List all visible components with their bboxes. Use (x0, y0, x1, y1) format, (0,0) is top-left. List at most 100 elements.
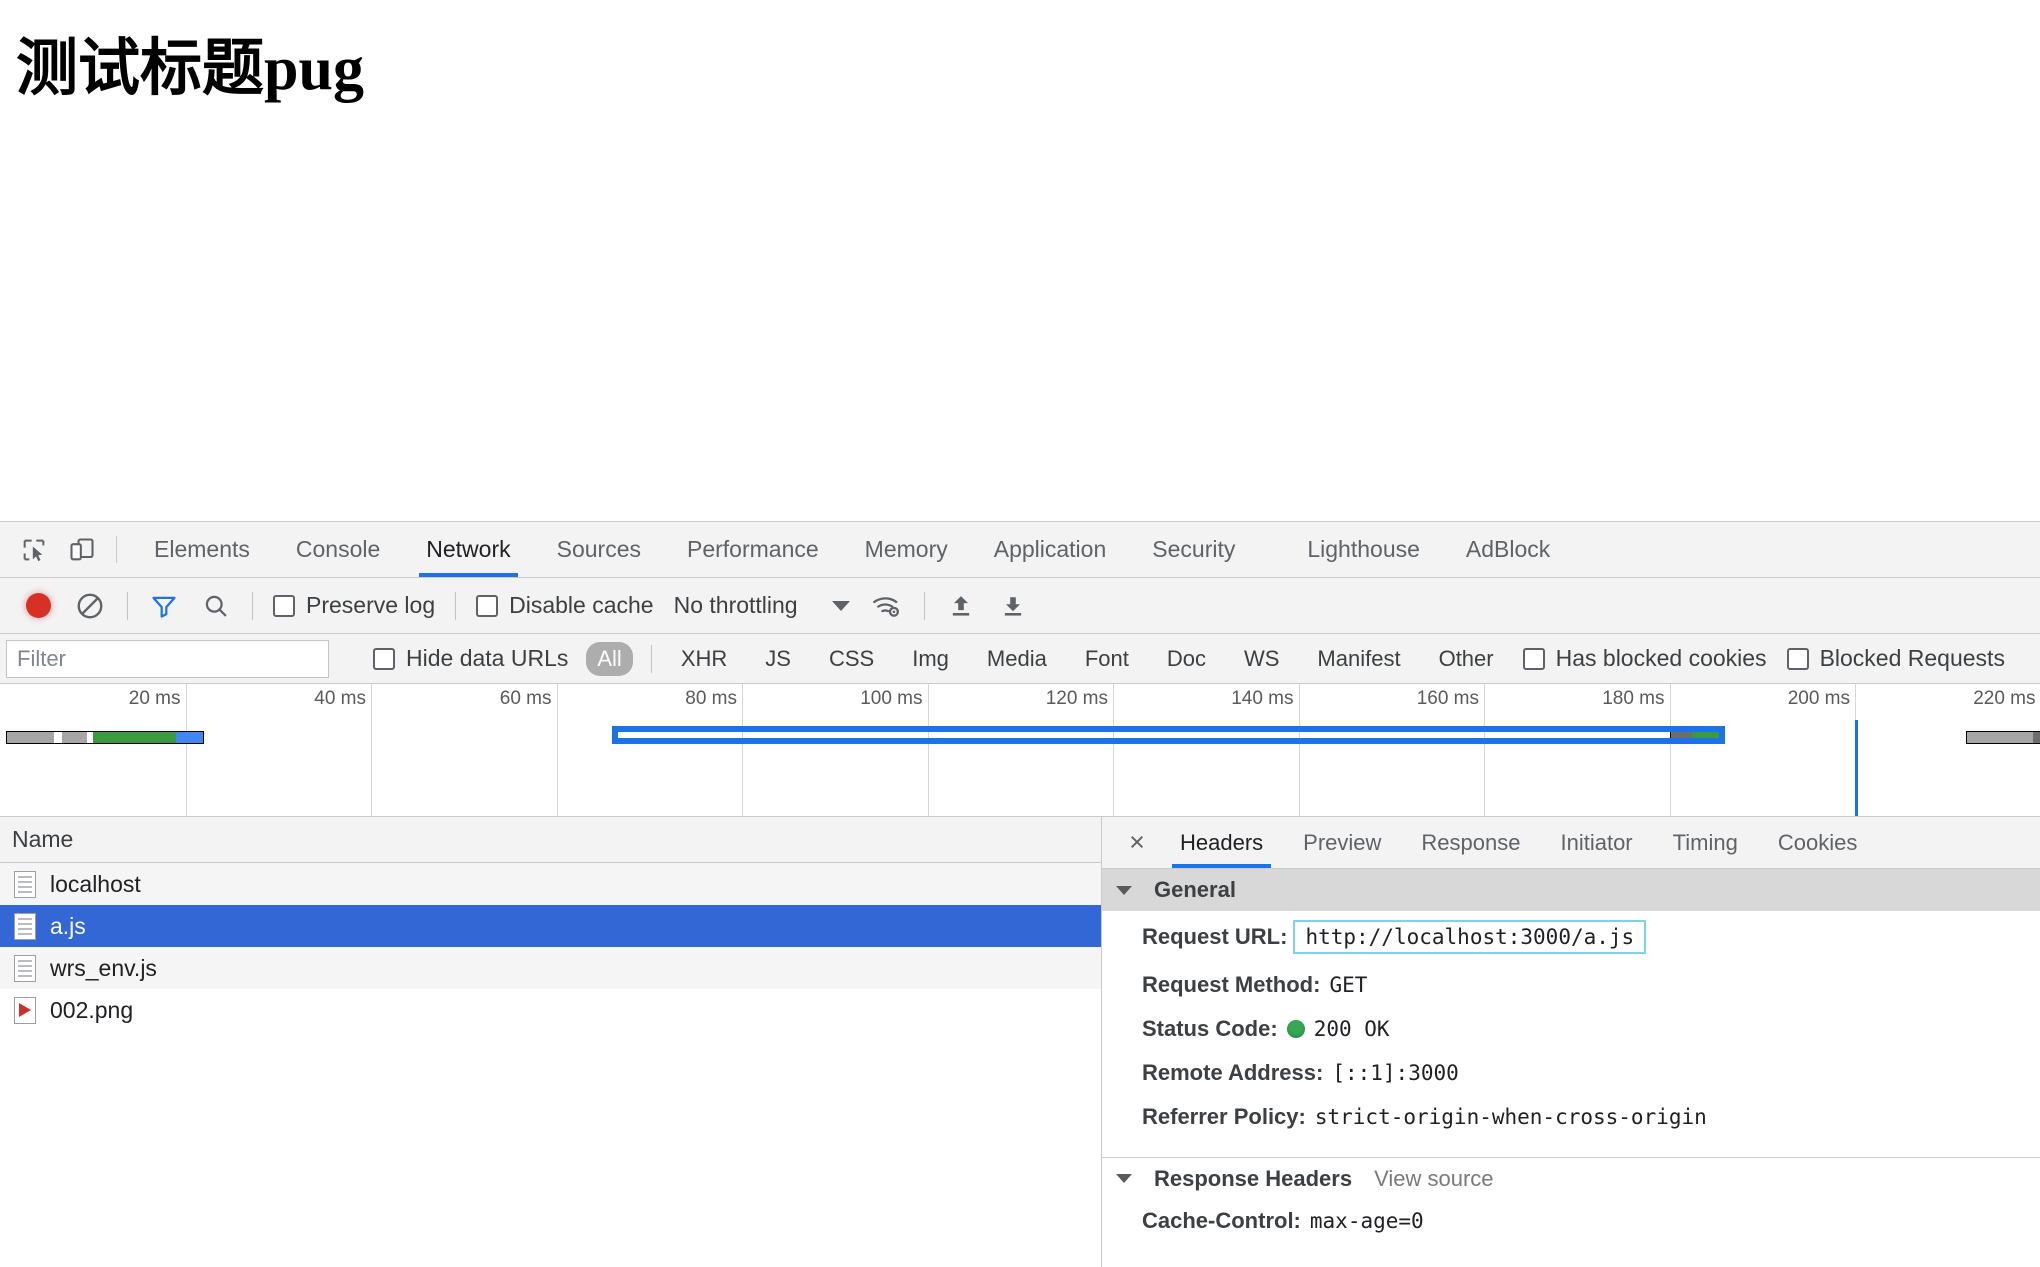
filter-type-js[interactable]: JS (754, 642, 802, 676)
detail-tab-timing[interactable]: Timing (1653, 817, 1758, 868)
hide-data-urls-checkbox[interactable]: Hide data URLs (363, 645, 578, 672)
has-blocked-cookies-checkbox[interactable]: Has blocked cookies (1513, 645, 1777, 672)
network-filter-bar: Hide data URLs All XHR JS CSS Img Media … (0, 634, 2040, 684)
filter-input[interactable] (6, 639, 329, 678)
hide-data-urls-label: Hide data URLs (406, 645, 569, 671)
filter-type-font[interactable]: Font (1074, 642, 1140, 676)
export-har-button[interactable] (987, 578, 1039, 634)
tab-adblock[interactable]: AdBlock (1443, 522, 1573, 577)
request-name: 002.png (50, 996, 134, 1023)
clear-button[interactable] (63, 578, 117, 634)
checkbox-box (373, 647, 395, 670)
detail-tab-strip: × Headers Preview Response Initiator Tim… (1102, 817, 2040, 869)
document-icon (14, 912, 36, 940)
tab-label: Performance (687, 536, 819, 562)
filter-type-manifest[interactable]: Manifest (1306, 642, 1411, 676)
filter-type-media[interactable]: Media (976, 642, 1058, 676)
request-list-header[interactable]: Name (0, 817, 1101, 863)
toolbar-divider (116, 536, 117, 563)
detail-tab-label: Preview (1303, 829, 1382, 855)
timeline-tick-label: 80 ms (685, 688, 737, 709)
throttling-select[interactable]: No throttling (664, 592, 860, 619)
tab-network[interactable]: Network (403, 522, 533, 577)
remote-address-row: Remote Address: [::1]:3000 (1102, 1051, 2040, 1095)
tab-security[interactable]: Security (1129, 522, 1258, 577)
image-icon (14, 996, 36, 1024)
checkbox-box (1786, 647, 1809, 670)
request-row-002-png[interactable]: 002.png (0, 989, 1101, 1031)
detail-tab-response[interactable]: Response (1401, 817, 1540, 868)
timeline-tick: 100 ms (860, 684, 929, 816)
page-title: 测试标题pug (16, 35, 364, 103)
tab-label: Network (426, 536, 511, 562)
remote-address-label: Remote Address: (1142, 1060, 1324, 1085)
response-headers-section-header[interactable]: Response Headers View source (1102, 1157, 2040, 1199)
filter-type-all[interactable]: All (586, 641, 633, 676)
request-url-value[interactable]: http://localhost:3000/a.js (1293, 920, 1647, 954)
tab-performance[interactable]: Performance (664, 522, 842, 577)
general-section-header[interactable]: General (1102, 869, 2040, 911)
timeline-tick-label: 20 ms (128, 688, 181, 709)
devtools-tabs: Elements Console Network Sources Perform… (131, 522, 1573, 577)
import-har-button[interactable] (935, 578, 987, 634)
tab-elements[interactable]: Elements (131, 522, 273, 577)
filter-type-css[interactable]: CSS (818, 642, 885, 676)
record-button[interactable] (14, 578, 63, 634)
detail-tab-cookies[interactable]: Cookies (1758, 817, 1877, 868)
timeline-tick-label: 180 ms (1602, 688, 1665, 709)
detail-tab-headers[interactable]: Headers (1160, 817, 1283, 868)
detail-tab-preview[interactable]: Preview (1283, 817, 1401, 868)
status-code-row: Status Code: 200 OK (1102, 1007, 2040, 1051)
tab-label: Console (295, 536, 381, 562)
blocked-requests-checkbox[interactable]: Blocked Requests (1777, 645, 2015, 672)
filter-toggle-button[interactable] (138, 578, 190, 634)
tab-application[interactable]: Application (971, 522, 1130, 577)
timeline-tick-label: 220 ms (1973, 688, 2036, 709)
timeline-tick-label: 200 ms (1787, 688, 1850, 709)
timeline-bar-segment (1967, 732, 2033, 743)
timeline-tick: 20 ms (129, 684, 187, 816)
request-detail-pane: × Headers Preview Response Initiator Tim… (1102, 817, 2040, 1267)
timeline-tick: 80 ms (685, 684, 743, 816)
disable-cache-checkbox[interactable]: Disable cache (466, 592, 663, 619)
timeline-bar-segment (61, 732, 88, 743)
general-section-title: General (1154, 877, 1236, 902)
network-overview-timeline[interactable]: 20 ms 40 ms 60 ms 80 ms 100 ms 120 ms 140 ms 16… (0, 684, 2040, 817)
network-conditions-button[interactable] (860, 578, 914, 634)
request-method-label: Request Method: (1142, 972, 1321, 997)
rendered-page: 测试标题pug (0, 0, 2040, 521)
tab-label: AdBlock (1465, 536, 1551, 562)
status-code-label: Status Code: (1142, 1016, 1278, 1041)
request-row-localhost[interactable]: localhost (0, 863, 1101, 905)
search-button[interactable] (190, 578, 242, 634)
inspect-element-icon[interactable] (10, 522, 58, 577)
referrer-policy-value: strict-origin-when-cross-origin (1314, 1105, 1707, 1129)
request-row-wrs-env-js[interactable]: wrs_env.js (0, 947, 1101, 989)
tab-lighthouse[interactable]: Lighthouse (1284, 522, 1443, 577)
timeline-tick: 180 ms (1602, 684, 1671, 816)
request-row-a-js[interactable]: a.js (0, 905, 1101, 947)
timeline-selection[interactable] (612, 726, 1726, 744)
tab-memory[interactable]: Memory (842, 522, 971, 577)
view-source-link[interactable]: View source (1374, 1166, 1493, 1192)
filter-type-xhr[interactable]: XHR (670, 642, 738, 676)
detail-tab-label: Cookies (1777, 829, 1858, 855)
toolbar-divider (923, 591, 925, 620)
tab-label: Memory (864, 536, 948, 562)
tab-console[interactable]: Console (273, 522, 403, 577)
tab-label: Security (1152, 536, 1236, 562)
filter-type-doc[interactable]: Doc (1156, 642, 1217, 676)
filter-type-other[interactable]: Other (1428, 642, 1505, 676)
request-name: localhost (50, 870, 141, 897)
tab-sources[interactable]: Sources (534, 522, 664, 577)
timeline-tick: 140 ms (1231, 684, 1300, 816)
timeline-tick: 40 ms (314, 684, 372, 816)
filter-type-ws[interactable]: WS (1233, 642, 1290, 676)
filter-type-img[interactable]: Img (901, 642, 960, 676)
preserve-log-checkbox[interactable]: Preserve log (263, 592, 445, 619)
referrer-policy-row: Referrer Policy: strict-origin-when-cros… (1102, 1095, 2040, 1139)
preserve-log-label: Preserve log (306, 592, 436, 618)
detail-tab-initiator[interactable]: Initiator (1540, 817, 1652, 868)
device-toolbar-icon[interactable] (58, 522, 106, 577)
close-icon[interactable]: × (1114, 817, 1160, 868)
